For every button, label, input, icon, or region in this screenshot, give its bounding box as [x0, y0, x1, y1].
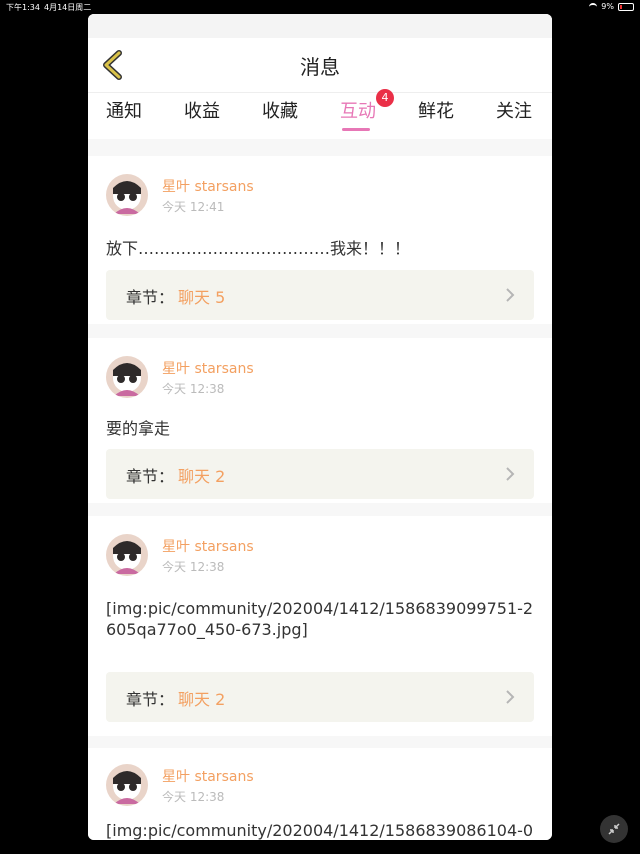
avatar[interactable]: [106, 356, 148, 398]
avatar[interactable]: [106, 764, 148, 806]
header-top-gap: [88, 14, 552, 38]
chapter-link[interactable]: 章节： 聊天 2: [106, 449, 534, 499]
username[interactable]: 星叶 starsans: [162, 766, 254, 786]
message-time: 今天 12:41: [162, 200, 225, 214]
status-bar: 下午1:34 4月14日周二 9%: [0, 0, 640, 14]
chapter-label: 章节：: [126, 467, 175, 486]
message-time: 今天 12:38: [162, 382, 225, 396]
username[interactable]: 星叶 starsans: [162, 358, 254, 378]
list-item[interactable]: 星叶 starsans 今天 12:38 要的拿走 章节： 聊天 2: [88, 338, 552, 503]
tab-interactions[interactable]: 互动 4: [340, 89, 394, 131]
message-time: 今天 12:38: [162, 790, 225, 804]
username[interactable]: 星叶 starsans: [162, 536, 254, 556]
status-time: 下午1:34: [6, 3, 40, 12]
tab-bar: 通知 收益 收藏 互动 4 鲜花 关注: [88, 89, 552, 138]
floating-collapse-button[interactable]: [600, 815, 628, 843]
chapter-link[interactable]: 章节： 聊天 2: [106, 672, 534, 722]
chevron-right-icon: [506, 690, 515, 704]
active-tab-indicator: [342, 128, 370, 131]
app-window: 消息 通知 收益 收藏 互动 4 鲜花 关注 星叶 starsans 今天 12…: [88, 14, 552, 840]
tab-flowers[interactable]: 鲜花: [418, 97, 454, 123]
message-content: 放下………………………………我来！！！: [106, 239, 411, 258]
chapter-label: 章节：: [126, 690, 175, 709]
list-item[interactable]: 星叶 starsans 今天 12:38 [img:pic/community/…: [88, 748, 552, 840]
username[interactable]: 星叶 starsans: [162, 176, 254, 196]
tab-favorites[interactable]: 收藏: [262, 97, 298, 123]
wifi-icon: [589, 2, 598, 11]
list-item[interactable]: 星叶 starsans 今天 12:41 放下………………………………我来！！！…: [88, 156, 552, 324]
tab-notifications[interactable]: 通知: [106, 97, 142, 123]
message-content: 要的拿走: [106, 419, 171, 438]
battery-icon: [618, 2, 634, 11]
collapse-icon: [608, 823, 620, 835]
message-content: [img:pic/community/202004/1412/158683909…: [106, 599, 534, 639]
nav-bar: 消息: [88, 38, 552, 93]
tab-earnings[interactable]: 收益: [184, 97, 220, 123]
message-time: 今天 12:38: [162, 560, 225, 574]
status-right: 9%: [589, 2, 634, 11]
chevron-right-icon: [506, 288, 515, 302]
message-content: [img:pic/community/202004/1412/158683908…: [106, 821, 534, 840]
battery-percent: 9%: [601, 2, 614, 11]
chevron-right-icon: [506, 467, 515, 481]
avatar[interactable]: [106, 174, 148, 216]
chapter-link[interactable]: 章节： 聊天 5: [106, 270, 534, 320]
avatar[interactable]: [106, 534, 148, 576]
unread-badge: 4: [376, 89, 394, 107]
status-date: 4月14日周二: [44, 3, 92, 12]
chapter-name: 聊天 2: [178, 690, 226, 709]
tab-following[interactable]: 关注: [496, 97, 532, 123]
chapter-label: 章节：: [126, 288, 175, 307]
chapter-name: 聊天 5: [178, 288, 226, 307]
list-item[interactable]: 星叶 starsans 今天 12:38 [img:pic/community/…: [88, 516, 552, 736]
tab-interactions-label: 互动: [340, 101, 376, 122]
page-title: 消息: [300, 55, 340, 79]
chapter-name: 聊天 2: [178, 467, 226, 486]
